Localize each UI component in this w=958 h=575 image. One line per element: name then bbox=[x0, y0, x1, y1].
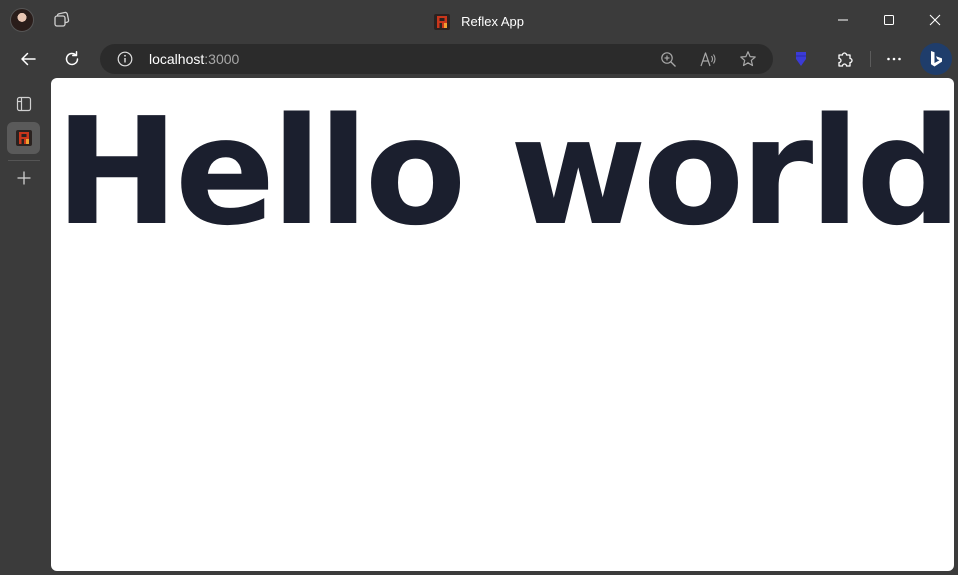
close-icon bbox=[929, 14, 941, 26]
more-button[interactable] bbox=[877, 42, 911, 76]
toolbar-divider bbox=[870, 51, 871, 67]
title-bar: Reflex App bbox=[0, 0, 958, 40]
page-heading: Hello world! bbox=[55, 86, 954, 258]
close-button[interactable] bbox=[912, 0, 958, 40]
refresh-icon bbox=[65, 51, 79, 66]
minimize-icon bbox=[838, 19, 848, 21]
url-text[interactable]: localhost:3000 bbox=[149, 51, 239, 67]
page-viewport: Hello world! bbox=[51, 78, 954, 571]
browser-window: Reflex App localhost:3000 Hello world! bbox=[0, 0, 958, 575]
maximize-icon bbox=[884, 15, 894, 25]
reflex-logo-icon bbox=[434, 13, 451, 30]
window-title-text: Reflex App bbox=[461, 14, 524, 29]
url-port: :3000 bbox=[204, 51, 240, 67]
maximize-button[interactable] bbox=[866, 0, 912, 40]
window-title: Reflex App bbox=[0, 11, 958, 30]
reflex-tab-favicon bbox=[15, 130, 32, 146]
url-host: localhost bbox=[149, 51, 205, 67]
refresh-button[interactable] bbox=[55, 42, 89, 76]
browser-toolbar: localhost:3000 bbox=[0, 40, 958, 78]
tab-divider bbox=[8, 160, 40, 161]
info-icon[interactable] bbox=[117, 51, 133, 67]
extensions-button[interactable] bbox=[828, 42, 862, 76]
tab-reflex-app[interactable] bbox=[7, 122, 40, 154]
zoom-icon[interactable] bbox=[658, 49, 678, 69]
back-icon bbox=[21, 52, 36, 66]
bing-copilot-button[interactable] bbox=[920, 43, 952, 75]
extension-button[interactable] bbox=[784, 42, 818, 76]
tab-actions-icon[interactable] bbox=[15, 95, 33, 113]
favorite-star-icon[interactable] bbox=[738, 49, 758, 69]
vertical-tabs-sidebar bbox=[0, 78, 50, 575]
read-aloud-icon[interactable] bbox=[698, 49, 718, 69]
more-icon bbox=[887, 57, 901, 61]
extension-icon bbox=[796, 52, 806, 66]
minimize-button[interactable] bbox=[820, 0, 866, 40]
back-button[interactable] bbox=[11, 42, 45, 76]
address-bar[interactable]: localhost:3000 bbox=[100, 44, 773, 74]
new-tab-plus-icon[interactable] bbox=[15, 169, 33, 187]
bing-copilot-icon bbox=[931, 51, 942, 67]
puzzle-extensions-icon bbox=[838, 52, 853, 67]
